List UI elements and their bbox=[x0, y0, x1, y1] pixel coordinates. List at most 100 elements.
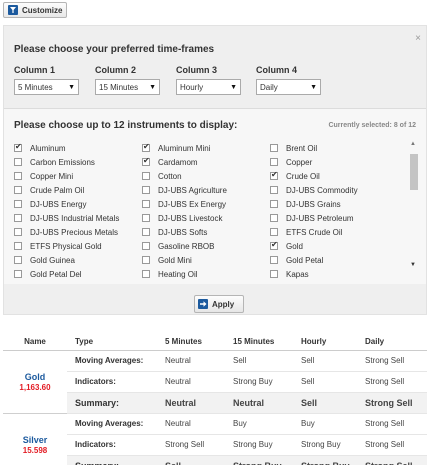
instrument-checkbox-item[interactable]: DJ-UBS Ex Energy bbox=[142, 200, 270, 209]
checkbox[interactable] bbox=[14, 172, 22, 180]
checkbox-checked[interactable] bbox=[14, 142, 22, 152]
indicator-type: Indicators: bbox=[67, 371, 157, 393]
instrument-checkbox-item[interactable]: DJ-UBS Softs bbox=[142, 228, 270, 237]
instrument-label: ETFS Crude Oil bbox=[286, 227, 343, 237]
instrument-checkbox-item[interactable]: Brent Oil bbox=[270, 144, 398, 153]
checkbox[interactable] bbox=[142, 256, 150, 264]
checkbox[interactable] bbox=[270, 158, 278, 166]
header-col2: 15 Minutes bbox=[225, 333, 293, 351]
instrument-checkbox-item[interactable]: DJ-UBS Agriculture bbox=[142, 186, 270, 195]
column-4-select[interactable]: Daily ▼ bbox=[256, 79, 321, 95]
instrument-name-link[interactable]: Silver bbox=[3, 435, 67, 445]
instrument-checkbox-item[interactable]: Copper bbox=[270, 158, 398, 167]
checkbox-checked[interactable] bbox=[142, 156, 150, 166]
checkbox[interactable] bbox=[142, 186, 150, 194]
instrument-checkbox-item[interactable]: DJ-UBS Energy bbox=[14, 200, 142, 209]
table-row: Silver 15.598 Moving Averages: Neutral Buy Bu… bbox=[3, 413, 427, 465]
instrument-checkbox-item[interactable]: Gold Petal Del bbox=[14, 270, 142, 279]
instrument-checkbox-item[interactable]: Gold Petal bbox=[270, 256, 398, 265]
checkbox[interactable] bbox=[142, 214, 150, 222]
instrument-price: 15.598 bbox=[22, 445, 48, 455]
instrument-label: Gold Mini bbox=[158, 255, 192, 265]
instrument-checkbox-item[interactable]: DJ-UBS Petroleum bbox=[270, 214, 398, 223]
instrument-checkbox-item[interactable]: ETFS Physical Gold bbox=[14, 242, 142, 251]
instrument-row: Aluminum Aluminum Mini Brent Oil bbox=[14, 141, 409, 155]
signal-cell: Neutral bbox=[157, 371, 225, 393]
close-icon[interactable]: × bbox=[415, 33, 421, 44]
column-2-select[interactable]: 15 Minutes ▼ bbox=[95, 79, 160, 95]
instrument-row: Copper Mini Cotton Crude Oil bbox=[14, 169, 409, 183]
instrument-checkbox-item[interactable]: DJ-UBS Grains bbox=[270, 200, 398, 209]
checkbox[interactable] bbox=[14, 214, 22, 222]
checkbox[interactable] bbox=[270, 144, 278, 152]
instrument-checkbox-item[interactable]: Cotton bbox=[142, 172, 270, 181]
scroll-thumb[interactable] bbox=[410, 154, 418, 190]
instrument-name-cell: Silver 15.598 bbox=[3, 413, 67, 465]
checkbox[interactable] bbox=[270, 214, 278, 222]
dropdown-arrow-icon: ▼ bbox=[310, 83, 317, 91]
column-3-select[interactable]: Hourly ▼ bbox=[176, 79, 241, 95]
column-2-label: Column 2 bbox=[95, 65, 137, 75]
instrument-label: Brent Oil bbox=[286, 143, 318, 153]
dropdown-arrow-icon: ▼ bbox=[230, 83, 237, 91]
column-1-select[interactable]: 5 Minutes ▼ bbox=[14, 79, 79, 95]
checkbox[interactable] bbox=[270, 228, 278, 236]
instrument-name-link[interactable]: Gold bbox=[3, 372, 67, 382]
instrument-checkbox-item[interactable]: Copper Mini bbox=[14, 172, 142, 181]
instrument-checkbox-item[interactable]: DJ-UBS Livestock bbox=[142, 214, 270, 223]
scroll-down-icon[interactable]: ▼ bbox=[410, 262, 416, 268]
checkbox[interactable] bbox=[142, 270, 150, 278]
instrument-checkbox-item[interactable]: Aluminum bbox=[14, 142, 142, 153]
checkbox[interactable] bbox=[142, 242, 150, 250]
instrument-row: Carbon Emissions Cardamom Copper bbox=[14, 155, 409, 169]
checkbox[interactable] bbox=[142, 228, 150, 236]
table-row: Indicators: Neutral Strong Buy Sell Strong S… bbox=[3, 371, 427, 393]
checkbox-checked[interactable] bbox=[270, 170, 278, 180]
signal-cell: Strong Buy bbox=[225, 455, 293, 465]
checkbox[interactable] bbox=[270, 200, 278, 208]
instrument-checkbox-item[interactable]: Gasoline RBOB bbox=[142, 242, 270, 251]
checkbox[interactable] bbox=[14, 270, 22, 278]
checkbox[interactable] bbox=[270, 270, 278, 278]
signal-cell: Strong Buy bbox=[293, 455, 357, 465]
dropdown-arrow-icon: ▼ bbox=[68, 83, 75, 91]
apply-button[interactable]: Apply bbox=[194, 295, 244, 313]
checkbox[interactable] bbox=[14, 228, 22, 236]
instrument-checkbox-item[interactable]: DJ-UBS Industrial Metals bbox=[14, 214, 142, 223]
instrument-label: DJ-UBS Petroleum bbox=[286, 213, 354, 223]
instrument-checkbox-item[interactable]: Crude Oil bbox=[270, 170, 398, 181]
instrument-checkbox-item[interactable]: Crude Palm Oil bbox=[14, 186, 142, 195]
customize-button[interactable]: Customize bbox=[3, 2, 67, 18]
checkbox-checked[interactable] bbox=[142, 142, 150, 152]
instrument-label: DJ-UBS Ex Energy bbox=[158, 199, 227, 209]
checkbox[interactable] bbox=[14, 200, 22, 208]
instrument-label: DJ-UBS Livestock bbox=[158, 213, 223, 223]
instrument-checkbox-item[interactable]: Gold Mini bbox=[142, 256, 270, 265]
instrument-checkbox-item[interactable]: DJ-UBS Precious Metals bbox=[14, 228, 142, 237]
funnel-icon bbox=[8, 5, 18, 15]
checkbox[interactable] bbox=[14, 242, 22, 250]
checkbox[interactable] bbox=[270, 186, 278, 194]
checkbox[interactable] bbox=[14, 158, 22, 166]
checkbox[interactable] bbox=[14, 256, 22, 264]
checkbox-checked[interactable] bbox=[270, 240, 278, 250]
checkbox[interactable] bbox=[142, 172, 150, 180]
instrument-label: Crude Palm Oil bbox=[30, 185, 85, 195]
instrument-label: Gold bbox=[286, 241, 303, 251]
instrument-checkbox-item[interactable]: Aluminum Mini bbox=[142, 142, 270, 153]
instrument-checkbox-item[interactable]: DJ-UBS Commodity bbox=[270, 186, 398, 195]
instrument-checkbox-item[interactable]: Kapas bbox=[270, 270, 398, 279]
checkbox[interactable] bbox=[14, 186, 22, 194]
instrument-checkbox-item[interactable]: Heating Oil bbox=[142, 270, 270, 279]
instrument-checkbox-item[interactable]: ETFS Crude Oil bbox=[270, 228, 398, 237]
scroll-up-icon[interactable]: ▲ bbox=[410, 141, 416, 147]
instrument-checkbox-item[interactable]: Gold bbox=[270, 240, 398, 251]
table-row: Summary:SellStrong BuyStrong BuyStrong S… bbox=[3, 455, 427, 465]
instrument-scrollbar[interactable]: ▲ ▼ bbox=[410, 141, 418, 269]
instrument-checkbox-item[interactable]: Cardamom bbox=[142, 156, 270, 167]
instrument-checkbox-item[interactable]: Carbon Emissions bbox=[14, 158, 142, 167]
checkbox[interactable] bbox=[142, 200, 150, 208]
instrument-checkbox-item[interactable]: Gold Guinea bbox=[14, 256, 142, 265]
instrument-row: Gold Guinea Gold Mini Gold Petal bbox=[14, 253, 409, 267]
checkbox[interactable] bbox=[270, 256, 278, 264]
